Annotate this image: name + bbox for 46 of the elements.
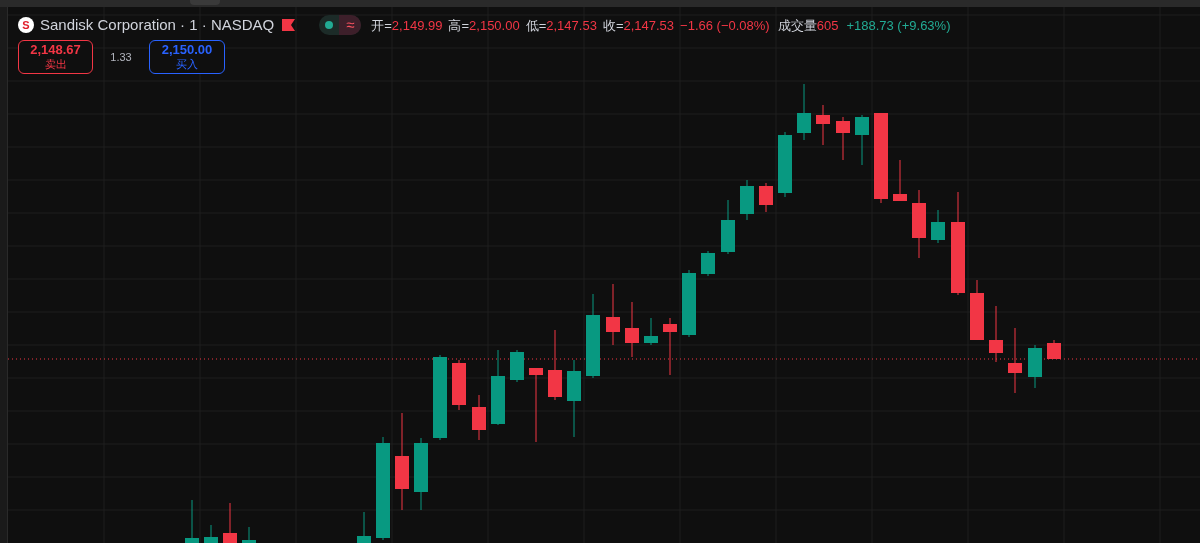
indicator-value: +188.73 (+9.63%) xyxy=(846,16,951,35)
candlestick xyxy=(740,179,754,221)
candlestick xyxy=(893,159,907,202)
ohlc-label: 收= xyxy=(602,16,624,35)
candlestick xyxy=(721,199,735,255)
candlestick xyxy=(357,511,371,543)
candlestick xyxy=(682,269,696,338)
candlestick xyxy=(452,359,466,411)
candlestick xyxy=(223,502,237,543)
volume-label: 成交量 xyxy=(777,16,817,35)
candlestick xyxy=(912,189,926,259)
ohlc-value: 2,147.53 xyxy=(623,16,675,35)
ohlc-value: 2,147.53 xyxy=(546,16,597,35)
company-logo: S xyxy=(18,17,34,34)
candlestick xyxy=(989,305,1003,363)
candlestick xyxy=(1028,344,1042,389)
price-change: −1.66 (−0.08%) xyxy=(680,16,770,35)
candlestick xyxy=(701,250,715,277)
candlestick xyxy=(855,114,869,166)
candlestick xyxy=(836,116,850,161)
candlestick xyxy=(204,524,218,543)
symbol-title[interactable]: Sandisk Corporation · 1 · NASDAQ xyxy=(40,14,275,37)
candlestick xyxy=(242,526,256,543)
candlestick xyxy=(970,279,984,341)
candlestick xyxy=(778,131,792,198)
ohlc-value: 2,149.99 xyxy=(391,16,443,35)
candlestick xyxy=(644,317,658,346)
candlestick xyxy=(797,83,811,141)
candlestick xyxy=(931,209,945,244)
flag-icon[interactable] xyxy=(282,19,296,32)
candlestick xyxy=(510,349,524,383)
volume-value: 605 xyxy=(816,16,839,35)
candlestick xyxy=(472,394,486,441)
buy-button[interactable]: 2,150.00 买入 xyxy=(149,40,225,74)
sell-button[interactable]: 2,148.67 卖出 xyxy=(18,40,93,74)
ohlc-label: 开= xyxy=(371,16,392,35)
indicator-symbol: ≈ xyxy=(339,15,362,36)
candlestick xyxy=(816,104,830,146)
ohlc-value: 2,150.00 xyxy=(469,16,520,35)
candlestick xyxy=(759,182,773,213)
spread-value: 1.33 xyxy=(109,49,133,65)
candlestick xyxy=(185,499,199,543)
indicator-toggle[interactable]: ≈ xyxy=(319,15,362,36)
ohlc-label: 高= xyxy=(448,16,470,35)
ohlc-label: 低= xyxy=(525,16,547,35)
candlestick xyxy=(606,283,620,346)
